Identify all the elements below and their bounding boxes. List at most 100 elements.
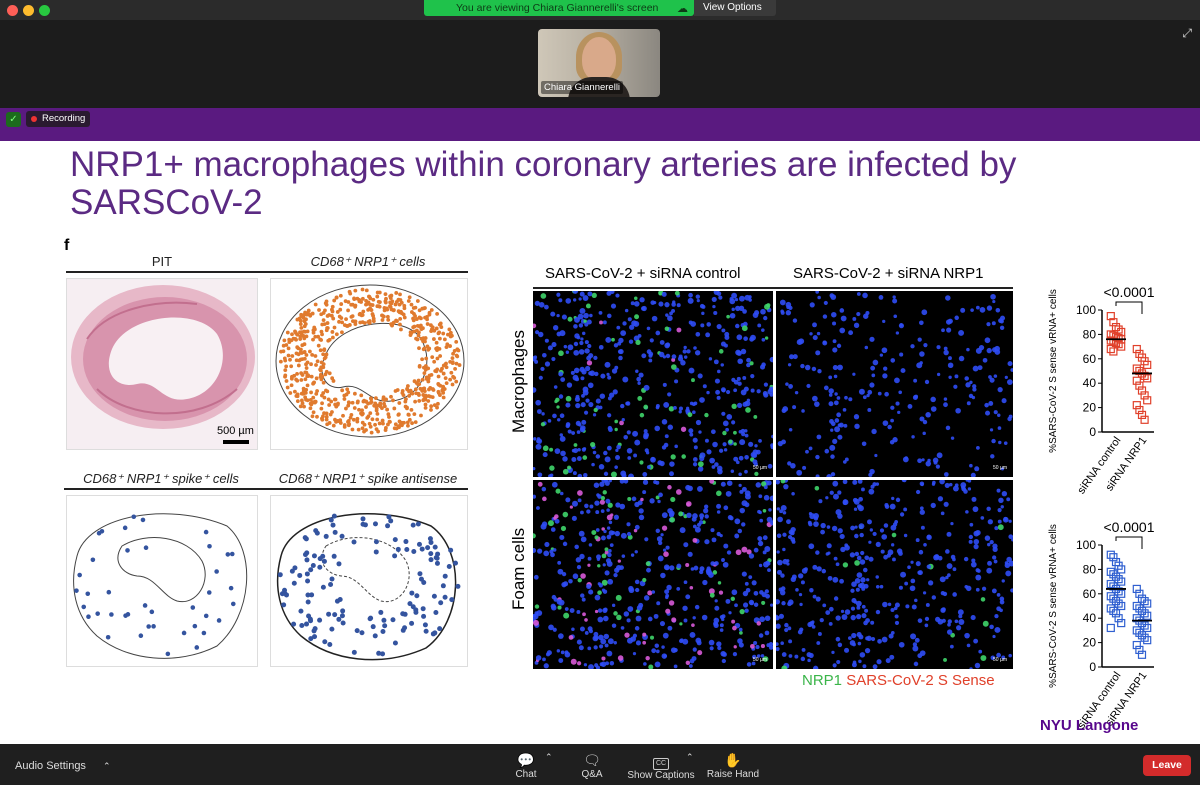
nucleus	[817, 632, 822, 636]
nucleus	[634, 550, 638, 554]
maximize-window-button[interactable]	[39, 5, 50, 16]
nucleus	[733, 645, 737, 649]
cell-dot	[356, 427, 361, 432]
nucleus	[834, 426, 841, 433]
nucleus	[814, 401, 820, 407]
chat-button[interactable]: 💬 Chat	[508, 751, 544, 780]
nucleus	[704, 539, 710, 545]
nucleus	[919, 506, 924, 511]
nucleus	[744, 608, 749, 613]
nucleus	[832, 438, 838, 444]
cell-dot	[287, 337, 292, 342]
nucleus	[761, 328, 765, 332]
nucleus	[940, 511, 945, 516]
nucleus	[664, 326, 670, 331]
nucleus	[839, 533, 845, 540]
cell-dot	[420, 377, 425, 382]
nucleus	[968, 539, 973, 544]
nucleus	[614, 567, 620, 573]
nucleus	[573, 448, 579, 454]
nucleus	[744, 581, 749, 586]
nucleus	[542, 352, 547, 358]
nucleus	[611, 530, 616, 535]
nucleus	[623, 611, 630, 617]
nucleus	[750, 374, 755, 379]
cell-dot	[368, 302, 373, 307]
nucleus	[574, 396, 581, 402]
nucleus	[891, 543, 895, 547]
nucleus	[716, 503, 722, 509]
nucleus	[636, 605, 643, 611]
nucleus	[595, 454, 601, 459]
cell-dot	[381, 617, 387, 623]
nucleus	[837, 528, 843, 534]
nucleus	[833, 556, 838, 561]
nucleus	[1010, 588, 1013, 593]
audio-settings-button[interactable]: Audio Settings ⌃	[15, 760, 111, 772]
nucleus	[801, 409, 805, 413]
recording-indicator[interactable]: Recording	[26, 111, 90, 127]
cell-dot	[413, 399, 418, 404]
cell-dot	[298, 337, 303, 341]
nucleus	[849, 640, 856, 646]
nucleus	[563, 344, 568, 349]
cell-dot	[437, 322, 442, 327]
nucleus	[826, 525, 831, 529]
fullscreen-icon[interactable]: ⤢	[1182, 26, 1192, 41]
nucleus	[739, 507, 745, 514]
nucleus	[724, 331, 730, 337]
raise-hand-button[interactable]: ✋ Raise Hand	[706, 751, 760, 780]
nucleus	[758, 510, 762, 515]
nucleus	[561, 571, 567, 577]
nucleus	[642, 472, 648, 477]
nucleus	[927, 458, 931, 463]
nucleus	[783, 483, 789, 490]
cell-dot	[366, 307, 371, 312]
nucleus	[992, 299, 996, 304]
data-point	[1135, 628, 1144, 637]
nucleus	[1010, 368, 1013, 372]
nucleus	[964, 632, 970, 639]
nucleus	[593, 407, 598, 413]
nucleus	[937, 496, 944, 502]
cell-dot	[203, 529, 209, 535]
nucleus	[835, 615, 841, 621]
nucleus	[643, 429, 648, 434]
chat-options-chevron-icon[interactable]: ⌃	[545, 752, 553, 763]
nucleus	[919, 320, 924, 326]
leave-button[interactable]: Leave	[1143, 755, 1191, 776]
cell-dot	[402, 315, 407, 320]
nucleus	[993, 559, 998, 564]
nucleus	[579, 626, 585, 632]
cell-dot	[298, 318, 303, 323]
nucleus	[736, 334, 743, 341]
cell-dot	[369, 396, 374, 401]
nucleus	[788, 384, 793, 389]
data-point	[1111, 322, 1121, 332]
nucleus	[852, 480, 858, 485]
cell-dot	[322, 395, 327, 400]
view-options-button[interactable]: View Options ⌄	[694, 0, 776, 28]
nucleus	[537, 548, 543, 554]
nucleus	[857, 641, 862, 646]
qa-button[interactable]: 🗨 Q&A	[575, 751, 609, 780]
cell-dot	[304, 366, 309, 370]
nucleus	[854, 551, 860, 557]
nucleus	[948, 482, 953, 487]
nucleus	[852, 317, 857, 321]
nucleus	[701, 311, 705, 316]
cell-dot	[298, 322, 303, 327]
shared-slide: NRP1+ macrophages within coronary arteri…	[0, 141, 1200, 744]
minimize-window-button[interactable]	[23, 5, 34, 16]
security-shield-icon[interactable]: ✓	[6, 112, 21, 127]
captions-options-chevron-icon[interactable]: ⌃	[686, 752, 694, 763]
nucleus	[607, 578, 614, 585]
close-window-button[interactable]	[7, 5, 18, 16]
participant-video[interactable]: Chiara Giannerelli	[538, 29, 660, 97]
cell-dot	[282, 356, 287, 361]
cell-dot	[452, 560, 458, 566]
nucleus	[586, 509, 591, 514]
cell-dot	[366, 320, 371, 324]
nucleus	[565, 497, 571, 503]
nucleus	[963, 556, 969, 562]
